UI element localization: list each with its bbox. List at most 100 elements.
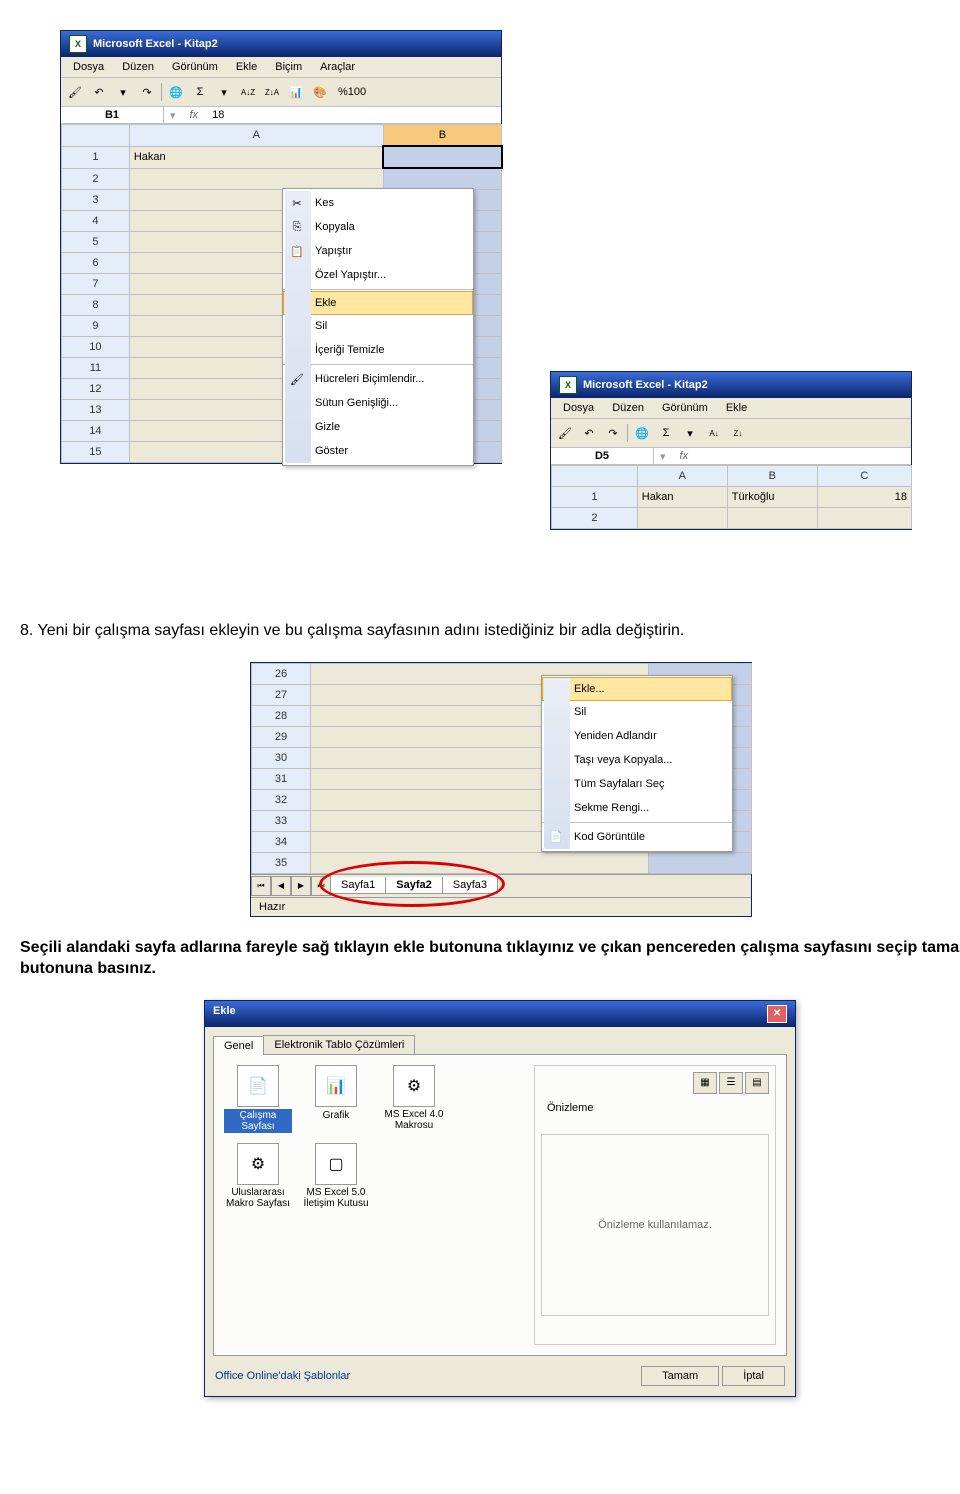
row-header[interactable]: 5 <box>62 232 130 253</box>
undo-icon[interactable]: ↶ <box>579 423 599 443</box>
row-header[interactable]: 9 <box>62 316 130 337</box>
ctx-kopyala[interactable]: ⎘Kopyala <box>283 215 473 239</box>
name-box[interactable]: B1 <box>61 107 164 123</box>
namebox-dropdown-icon[interactable]: ▾ <box>164 109 182 122</box>
ctx-goster[interactable]: Göster <box>283 439 473 463</box>
tab-nav-prev[interactable]: ◀ <box>271 876 291 896</box>
row-header[interactable]: 6 <box>62 253 130 274</box>
menu-duzen[interactable]: Düzen <box>604 400 652 416</box>
drawing-icon[interactable]: 🎨 <box>310 82 330 102</box>
hyperlink-icon[interactable]: 🌐 <box>166 82 186 102</box>
row-header[interactable]: 31 <box>252 768 311 789</box>
ctx-hucreleri-bicimlendir[interactable]: 🖌Hücreleri Biçimlendir... <box>283 367 473 391</box>
ctx-sutun-genisligi[interactable]: Sütun Genişliği... <box>283 391 473 415</box>
undo-icon[interactable]: ↶ <box>89 82 109 102</box>
row-header[interactable]: 35 <box>252 852 311 873</box>
col-header-b[interactable]: B <box>383 125 501 147</box>
tab-nav-last[interactable]: ⏭ <box>311 876 331 896</box>
ctx-ekle[interactable]: Ekle <box>283 291 473 315</box>
row-header[interactable]: 4 <box>62 211 130 232</box>
sum-icon[interactable]: Σ <box>656 423 676 443</box>
dropdown-icon[interactable]: ▾ <box>214 82 234 102</box>
row-header[interactable]: 29 <box>252 726 311 747</box>
template-makro4[interactable]: ⚙ MS Excel 4.0 Makrosu <box>380 1065 448 1133</box>
redo-dropdown-icon[interactable]: ▾ <box>113 82 133 102</box>
row-header[interactable]: 2 <box>552 508 638 529</box>
cell-a1[interactable]: Hakan <box>637 487 727 508</box>
paintbrush-icon[interactable]: 🖌 <box>65 82 85 102</box>
zoom-value[interactable]: %100 <box>334 86 370 98</box>
row-header[interactable]: 34 <box>252 831 311 852</box>
tab-genel[interactable]: Genel <box>213 1036 264 1055</box>
ctx-kes[interactable]: ✂Kes <box>283 191 473 215</box>
spreadsheet-grid[interactable]: A B C 1 Hakan Türkoğlu 18 2 <box>551 465 912 529</box>
cell-a1[interactable]: Hakan <box>129 146 383 168</box>
chart-icon[interactable]: 📊 <box>286 82 306 102</box>
tab-nav-first[interactable]: ⏮ <box>251 876 271 896</box>
row-header[interactable]: 27 <box>252 684 311 705</box>
row-header[interactable]: 12 <box>62 379 130 400</box>
hyperlink-icon[interactable]: 🌐 <box>632 423 652 443</box>
ctx-sekme-rengi[interactable]: Sekme Rengi... <box>542 796 732 820</box>
close-button[interactable]: ✕ <box>767 1005 787 1023</box>
row-header[interactable]: 32 <box>252 789 311 810</box>
row-header[interactable]: 1 <box>552 487 638 508</box>
menu-dosya[interactable]: Dosya <box>65 59 112 75</box>
namebox-dropdown-icon[interactable]: ▾ <box>654 450 672 463</box>
view-large-icons[interactable]: ▦ <box>693 1072 717 1094</box>
menu-ekle[interactable]: Ekle <box>228 59 265 75</box>
ctx-icerigi-temizle[interactable]: İçeriği Temizle <box>283 338 473 362</box>
menu-araclar[interactable]: Araçlar <box>312 59 363 75</box>
tab-nav-next[interactable]: ▶ <box>291 876 311 896</box>
template-intl-makro[interactable]: ⚙ Uluslararası Makro Sayfası <box>224 1143 292 1209</box>
select-all-corner[interactable] <box>62 125 130 147</box>
menu-dosya[interactable]: Dosya <box>555 400 602 416</box>
ctx-tasi-kopyala[interactable]: Taşı veya Kopyala... <box>542 748 732 772</box>
dropdown-icon[interactable]: ▾ <box>680 423 700 443</box>
row-header[interactable]: 26 <box>252 663 311 684</box>
cancel-button[interactable]: İptal <box>722 1366 785 1386</box>
col-header-c[interactable]: C <box>817 466 911 487</box>
ctx-sil[interactable]: Sil <box>542 700 732 724</box>
view-details[interactable]: ▤ <box>745 1072 769 1094</box>
sheet-tab-sayfa3[interactable]: Sayfa3 <box>442 877 498 894</box>
row-header[interactable]: 33 <box>252 810 311 831</box>
select-all-corner[interactable] <box>552 466 638 487</box>
ctx-kod-goruntule[interactable]: 📄Kod Görüntüle <box>542 825 732 849</box>
ctx-ozel-yapistir[interactable]: Özel Yapıştır... <box>283 263 473 287</box>
tab-cozumler[interactable]: Elektronik Tablo Çözümleri <box>263 1035 415 1054</box>
ctx-sil[interactable]: Sil <box>283 314 473 338</box>
menu-ekle[interactable]: Ekle <box>718 400 755 416</box>
row-header[interactable]: 1 <box>62 146 130 168</box>
cell-c1[interactable]: 18 <box>817 487 911 508</box>
sum-icon[interactable]: Σ <box>190 82 210 102</box>
paintbrush-icon[interactable]: 🖌 <box>555 423 575 443</box>
office-online-link[interactable]: Office Online'daki Şablonlar <box>215 1370 350 1382</box>
menu-bicim[interactable]: Biçim <box>267 59 310 75</box>
sort-asc-icon[interactable]: A↓ <box>704 423 724 443</box>
row-header[interactable]: 13 <box>62 400 130 421</box>
row-header[interactable]: 2 <box>62 168 130 190</box>
menu-gorunum[interactable]: Görünüm <box>164 59 226 75</box>
sort-desc-icon[interactable]: Z↓A <box>262 82 282 102</box>
col-header-b[interactable]: B <box>727 466 817 487</box>
menu-gorunum[interactable]: Görünüm <box>654 400 716 416</box>
row-header[interactable]: 11 <box>62 358 130 379</box>
row-header[interactable]: 8 <box>62 295 130 316</box>
col-header-a[interactable]: A <box>129 125 383 147</box>
row-header[interactable]: 3 <box>62 190 130 211</box>
row-header[interactable]: 15 <box>62 442 130 463</box>
menubar[interactable]: Dosya Düzen Görünüm Ekle Biçim Araçlar <box>61 57 501 78</box>
row-header[interactable]: 28 <box>252 705 311 726</box>
template-iletisim-kutusu[interactable]: ▢ MS Excel 5.0 İletişim Kutusu <box>302 1143 370 1209</box>
fx-label[interactable]: fx <box>182 109 207 121</box>
cell-b1[interactable]: Türkoğlu <box>727 487 817 508</box>
ctx-tum-sayfalari-sec[interactable]: Tüm Sayfaları Seç <box>542 772 732 796</box>
ctx-gizle[interactable]: Gizle <box>283 415 473 439</box>
ctx-ekle[interactable]: Ekle... <box>542 677 732 701</box>
ctx-yapistir[interactable]: 📋Yapıştır <box>283 239 473 263</box>
formula-bar[interactable]: 18 <box>206 107 501 123</box>
template-grafik[interactable]: 📊 Grafik <box>302 1065 370 1133</box>
menu-duzen[interactable]: Düzen <box>114 59 162 75</box>
ctx-yeniden-adlandir[interactable]: Yeniden Adlandır <box>542 724 732 748</box>
